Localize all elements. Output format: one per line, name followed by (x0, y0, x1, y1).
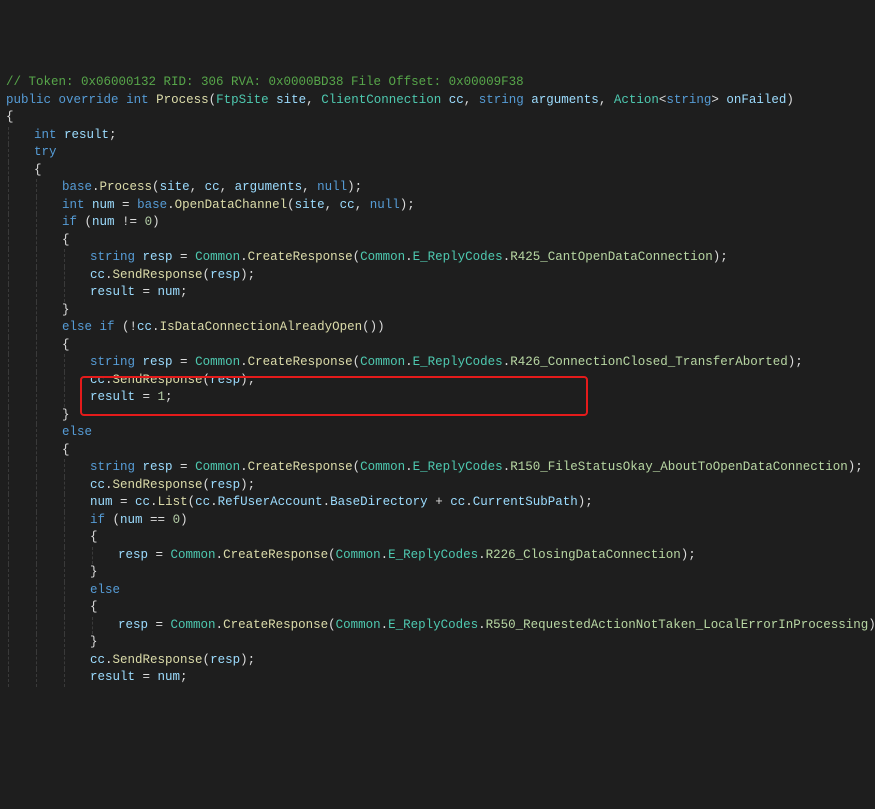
code-line: else (6, 424, 875, 442)
code-line: cc.SendResponse(resp); (6, 477, 875, 495)
code-line: cc.SendResponse(resp); (6, 267, 875, 285)
code-line: { (6, 337, 875, 355)
code-line: result = num; (6, 284, 875, 302)
code-line: cc.SendResponse(resp); (6, 652, 875, 670)
code-line: num = cc.List(cc.RefUserAccount.BaseDire… (6, 494, 875, 512)
code-line: // Token: 0x06000132 RID: 306 RVA: 0x000… (6, 74, 875, 92)
code-line: } (6, 634, 875, 652)
code-line: int result; (6, 127, 875, 145)
code-line: } (6, 302, 875, 320)
code-line: public override int Process(FtpSite site… (6, 92, 875, 110)
code-line: { (6, 442, 875, 460)
code-line: cc.SendResponse(resp); (6, 372, 875, 390)
code-line: if (num == 0) (6, 512, 875, 530)
code-line: resp = Common.CreateResponse(Common.E_Re… (6, 547, 875, 565)
code-line: base.Process(site, cc, arguments, null); (6, 179, 875, 197)
code-line: if (num != 0) (6, 214, 875, 232)
code-line: result = num; (6, 669, 875, 687)
code-line: { (6, 599, 875, 617)
code-line: { (6, 162, 875, 180)
code-line: result = 1; (6, 389, 875, 407)
code-line: string resp = Common.CreateResponse(Comm… (6, 249, 875, 267)
code-line: string resp = Common.CreateResponse(Comm… (6, 354, 875, 372)
code-line: string resp = Common.CreateResponse(Comm… (6, 459, 875, 477)
code-line: try (6, 144, 875, 162)
code-line: { (6, 232, 875, 250)
code-line: } (6, 564, 875, 582)
code-line: int num = base.OpenDataChannel(site, cc,… (6, 197, 875, 215)
code-line: { (6, 529, 875, 547)
code-line: } (6, 407, 875, 425)
code-line: else if (!cc.IsDataConnectionAlreadyOpen… (6, 319, 875, 337)
code-line: else (6, 582, 875, 600)
code-line: { (6, 109, 875, 127)
code-viewer: // Token: 0x06000132 RID: 306 RVA: 0x000… (6, 74, 875, 687)
code-line: resp = Common.CreateResponse(Common.E_Re… (6, 617, 875, 635)
